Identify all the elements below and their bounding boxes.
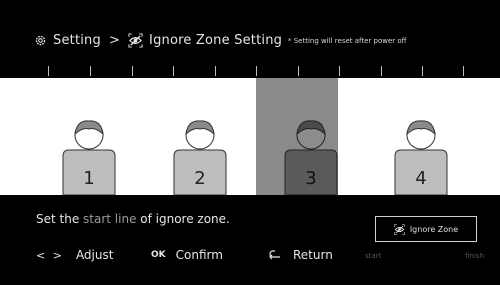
breadcrumb-current: Ignore Zone Setting — [149, 33, 283, 48]
eye-slash-icon — [394, 223, 405, 235]
tick — [339, 66, 340, 76]
tick-ruler — [0, 66, 500, 78]
person-3: 3 — [281, 116, 341, 195]
tick — [298, 66, 299, 76]
tick — [132, 66, 133, 76]
person-number: 2 — [194, 168, 206, 189]
top-bar: Setting > Ignore Zone Setting * Setting … — [0, 0, 500, 78]
person-number: 3 — [305, 168, 317, 189]
tick — [215, 66, 216, 76]
tick — [256, 66, 257, 76]
tick — [173, 66, 174, 76]
instruction-highlight: start line — [83, 212, 137, 226]
person-number: 1 — [83, 168, 95, 189]
arrows-key: < > — [36, 248, 64, 262]
tick — [463, 66, 464, 76]
breadcrumb-setting: Setting — [53, 33, 101, 48]
bottom-bar: Set the start line of ignore zone. < > A… — [0, 195, 500, 285]
instruction-before: Set the — [36, 212, 84, 226]
return-label: Return — [293, 248, 333, 262]
gear-icon — [35, 35, 46, 46]
reset-note: * Setting will reset after power off — [288, 37, 407, 45]
instruction-text: Set the start line of ignore zone. — [36, 212, 230, 226]
return-control[interactable]: Return — [269, 248, 333, 262]
breadcrumb-separator: > — [108, 33, 121, 48]
tick — [422, 66, 423, 76]
detection-stage[interactable]: 1 2 3 4 — [0, 78, 500, 195]
adjust-label: Adjust — [75, 248, 114, 262]
finish-label: finish — [465, 252, 484, 260]
instruction-after: of ignore zone. — [136, 212, 230, 226]
tick — [90, 66, 91, 76]
confirm-label: Confirm — [175, 248, 223, 262]
ignore-zone-label: Ignore Zone — [409, 224, 459, 234]
person-number: 4 — [415, 168, 427, 189]
breadcrumb: Setting > Ignore Zone Setting — [34, 33, 282, 48]
ok-key: OK — [151, 250, 166, 260]
confirm-control[interactable]: OK Confirm — [151, 248, 223, 262]
person-4: 4 — [391, 116, 451, 195]
eye-slash-icon — [128, 33, 143, 48]
start-label: start — [365, 252, 382, 260]
tick — [381, 66, 382, 76]
return-arrow-icon — [269, 250, 280, 260]
adjust-control[interactable]: < > Adjust — [36, 248, 113, 262]
tick — [48, 66, 49, 76]
person-2: 2 — [170, 116, 230, 195]
person-1: 1 — [59, 116, 119, 195]
ignore-zone-button[interactable]: Ignore Zone — [375, 216, 477, 242]
